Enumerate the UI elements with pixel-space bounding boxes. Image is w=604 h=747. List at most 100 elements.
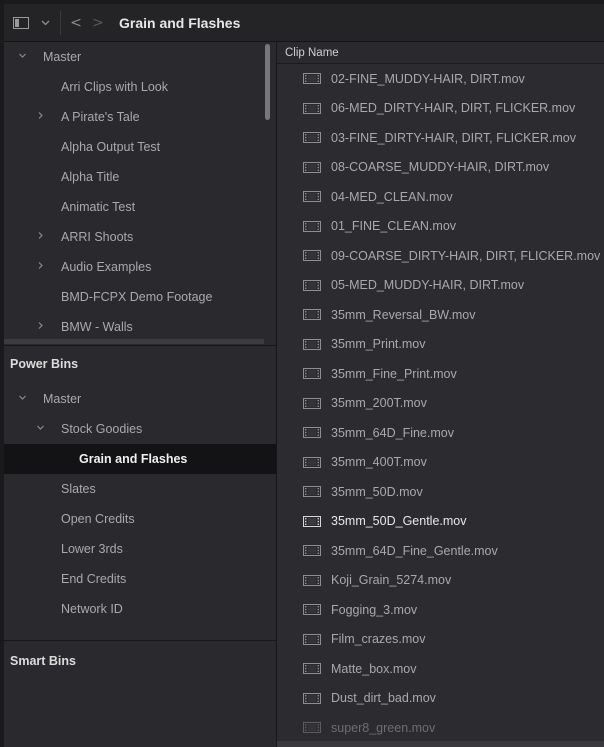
power-bins-header[interactable]: Power Bins [4,349,276,379]
film-clip-icon [303,692,321,704]
power-bins-tree: Master Stock Goodies Grain and Flashes Slat… [4,384,276,624]
clip-row[interactable]: 02-FINE_MUDDY-HAIR, DIRT.mov [277,64,604,94]
clip-list-panel: Clip Name 02-FINE_MUDDY-HAIR, DIRT.mov 06… [277,42,604,747]
film-clip-icon [303,279,321,291]
film-clip-icon [303,397,321,409]
panel-toggle-button[interactable] [8,4,34,41]
bin-item-label: Lower 3rds [61,542,123,556]
bin-item[interactable]: Master [4,384,276,414]
clip-row[interactable]: 08-COARSE_MUDDY-HAIR, DIRT.mov [277,153,604,183]
clip-row[interactable]: 35mm_64D_Fine.mov [277,418,604,448]
clip-row[interactable]: 01_FINE_CLEAN.mov [277,212,604,242]
clip-row[interactable]: 35mm_400T.mov [277,448,604,478]
clip-row[interactable]: 35mm_64D_Fine_Gentle.mov [277,536,604,566]
chevron-down-icon [41,20,49,25]
bin-item-label: Open Credits [61,512,135,526]
clip-name: Dust_dirt_bad.mov [331,691,436,706]
clip-row[interactable]: 35mm_200T.mov [277,389,604,419]
film-clip-icon [303,132,321,144]
bin-item[interactable]: Arri Clips with Look [4,72,276,102]
chevron-down-icon[interactable] [16,51,28,63]
bin-item-label: ARRI Shoots [61,230,134,244]
chevron-right-icon[interactable] [34,111,46,123]
film-clip-icon [303,515,321,527]
chevron-down-icon[interactable] [16,393,28,405]
clip-row[interactable]: Dust_dirt_bad.mov [277,684,604,714]
chevron-right-icon[interactable] [34,231,46,243]
clip-name: 02-FINE_MUDDY-HAIR, DIRT.mov [331,71,525,86]
clip-name: 35mm_Fine_Print.mov [331,366,457,381]
horizontal-scrollbar[interactable] [277,741,604,747]
clip-row[interactable]: 05-MED_MUDDY-HAIR, DIRT.mov [277,271,604,301]
bin-item[interactable]: A Pirate's Tale [4,102,276,132]
clip-name: 08-COARSE_MUDDY-HAIR, DIRT.mov [331,160,550,175]
clip-name: 35mm_Reversal_BW.mov [331,307,476,322]
film-clip-icon [303,663,321,675]
bin-item-label: Arri Clips with Look [61,80,168,94]
bin-item-label: Stock Goodies [61,422,143,436]
clip-row[interactable]: 09-COARSE_DIRTY-HAIR, DIRT, FLICKER.mov [277,241,604,271]
clip-row[interactable]: 35mm_50D_Gentle.mov [277,507,604,537]
column-header-clip-name[interactable]: Clip Name [277,42,604,64]
clip-row[interactable]: Fogging_3.mov [277,595,604,625]
bin-item[interactable]: BMW - Walls [4,312,276,342]
bin-tree-scrollbar[interactable] [263,44,271,344]
bin-item[interactable]: Alpha Title [4,162,276,192]
chevron-down-icon[interactable] [34,423,46,435]
film-clip-icon [303,368,321,380]
bin-item-label: Alpha Title [61,170,120,184]
bin-item[interactable]: Animatic Test [4,192,276,222]
bin-item-label: Animatic Test [61,200,136,214]
forward-button[interactable]: > [87,4,109,41]
bin-item-label: Slates [61,482,96,496]
clip-row[interactable]: 03-FINE_DIRTY-HAIR, DIRT, FLICKER.mov [277,123,604,153]
clip-row[interactable]: 04-MED_CLEAN.mov [277,182,604,212]
clip-row[interactable]: Matte_box.mov [277,654,604,684]
film-clip-icon [303,73,321,85]
scroll-thumb[interactable] [265,44,270,120]
bin-item[interactable]: Master [4,42,276,72]
clip-name: 35mm_50D_Gentle.mov [331,514,467,529]
clip-name: 35mm_64D_Fine.mov [331,425,454,440]
film-clip-icon [303,427,321,439]
bin-item-label: Alpha Output Test [61,140,161,154]
clip-row[interactable]: super8_green.mov [277,713,604,743]
clip-row[interactable]: 35mm_Fine_Print.mov [277,359,604,389]
divider [4,640,276,641]
clip-row[interactable]: 06-MED_DIRTY-HAIR, DIRT, FLICKER.mov [277,94,604,124]
divider [4,345,276,346]
film-clip-icon [303,220,321,232]
bin-item-label: Master [43,392,82,406]
clip-row[interactable]: Koji_Grain_5274.mov [277,566,604,596]
clip-list: 02-FINE_MUDDY-HAIR, DIRT.mov 06-MED_DIRTY… [277,64,604,743]
bin-item[interactable]: Open Credits [4,504,276,534]
bin-item[interactable]: End Credits [4,564,276,594]
smart-bins-header[interactable]: Smart Bins [4,646,276,676]
bin-item[interactable]: Audio Examples [4,252,276,282]
panel-layout-icon [13,16,29,29]
clip-name: 35mm_400T.mov [331,455,427,470]
bin-item-label: Master [43,50,82,64]
bin-item[interactable]: Grain and Flashes [4,444,276,474]
clip-row[interactable]: 35mm_Print.mov [277,330,604,360]
bin-item[interactable]: Slates [4,474,276,504]
bin-item[interactable]: Stock Goodies [4,414,276,444]
clip-name: Matte_box.mov [331,661,417,676]
film-clip-icon [303,574,321,586]
bin-item[interactable]: Lower 3rds [4,534,276,564]
chevron-right-icon[interactable] [34,321,46,333]
film-clip-icon [303,722,321,734]
clip-row[interactable]: 35mm_50D.mov [277,477,604,507]
bin-item[interactable]: Network ID [4,594,276,624]
bin-item[interactable]: ARRI Shoots [4,222,276,252]
bin-item[interactable]: BMD-FCPX Demo Footage [4,282,276,312]
clip-row[interactable]: 35mm_Reversal_BW.mov [277,300,604,330]
back-button[interactable]: < [65,4,87,41]
bin-item[interactable]: Alpha Output Test [4,132,276,162]
chevron-right-icon[interactable] [34,261,46,273]
clip-row[interactable]: Film_crazes.mov [277,625,604,655]
view-dropdown-button[interactable] [34,4,56,41]
horizontal-scrollbar[interactable] [4,339,264,344]
bin-tree: Master Arri Clips with Look A Pirate's Tal… [4,42,276,345]
clip-name: 35mm_Print.mov [331,337,426,352]
